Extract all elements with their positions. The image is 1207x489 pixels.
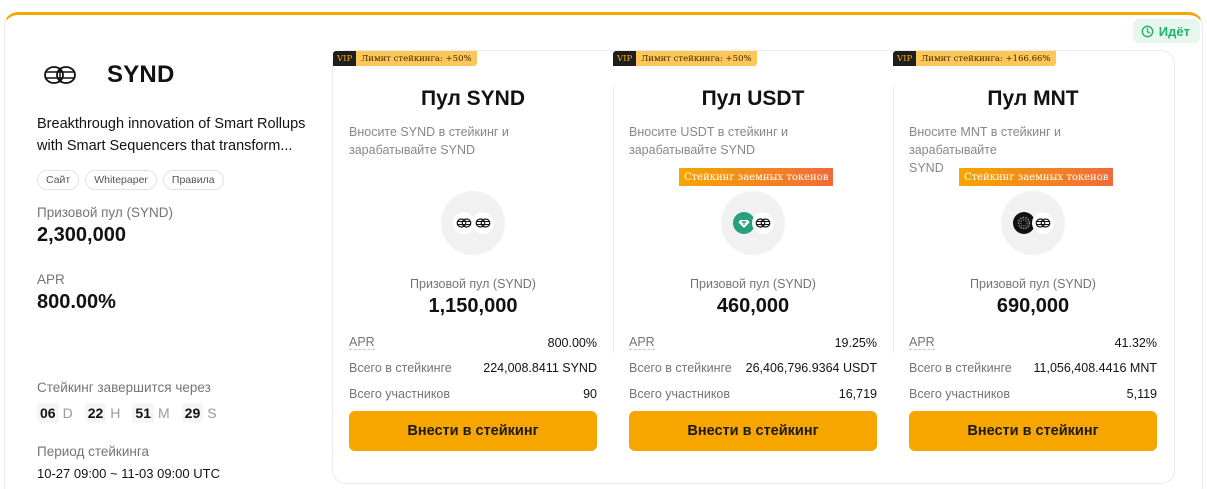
- total-prize-pool: Призовой пул (SYND) 2,300,000: [37, 205, 327, 247]
- period-label: Период стейкинга: [37, 444, 149, 459]
- pool-total-row: Всего в стейкинге 11,056,408.4416 MNT: [909, 361, 1157, 375]
- pool-subtitle: Вносите SYND в стейкинг и зарабатывайте …: [349, 125, 509, 157]
- pool-subtitle: Вносите USDT в стейкинг и зарабатывайте …: [629, 125, 788, 157]
- vip-limit-tag: VIP Лимит стейкинга: +166.66%: [893, 51, 1056, 66]
- pool-apr-row: APR 19.25%: [629, 335, 877, 350]
- project-apr: APR 800.00%: [37, 272, 327, 314]
- countdown-block: Стейкинг завершится через 06 D 22 H 51 M…: [37, 380, 225, 423]
- status-badge: Идёт: [1132, 19, 1200, 43]
- stake-button[interactable]: Внести в стейкинг: [909, 411, 1157, 451]
- token-pair: [1001, 191, 1065, 255]
- pool-prize-label: Призовой пул (SYND): [690, 277, 816, 291]
- pool-total-row: Всего в стейкинге 224,008.8411 SYND: [349, 361, 597, 375]
- countdown-minutes: 51: [132, 403, 154, 423]
- vip-limit-tag: VIP Лимит стейкинга: +50%: [333, 51, 477, 66]
- pool-apr-row: APR 41.32%: [909, 335, 1157, 350]
- rules-link[interactable]: Правила: [162, 170, 224, 190]
- project-name: SYND: [107, 61, 175, 88]
- pool-synd: VIP Лимит стейкинга: +50% Пул SYND Вноси…: [333, 51, 613, 483]
- synd-icon: [1031, 212, 1054, 234]
- countdown-label: Стейкинг завершится через: [37, 380, 211, 395]
- website-link[interactable]: Сайт: [37, 170, 80, 190]
- pool-apr-row: APR 800.00%: [349, 335, 597, 350]
- clock-icon: [1141, 25, 1154, 37]
- staking-period: Период стейкинга 10-27 09:00 ~ 11-03 09:…: [37, 444, 220, 481]
- token-pair: [441, 191, 505, 255]
- countdown-days: 06: [37, 403, 59, 423]
- pool-title: Пул MNT: [987, 87, 1079, 110]
- pool-prize-value: 460,000: [716, 295, 790, 317]
- pool-title: Пул SYND: [420, 87, 525, 110]
- apr-value: 800.00%: [37, 291, 116, 313]
- pools-container: VIP Лимит стейкинга: +50% Пул SYND Вноси…: [332, 50, 1175, 484]
- pool-prize-value: 1,150,000: [428, 295, 518, 317]
- countdown-hours: 22: [84, 403, 107, 423]
- pool-prize-label: Призовой пул (SYND): [410, 277, 536, 291]
- pool-total-row: Всего в стейкинге 26,406,796.9364 USDT: [629, 361, 877, 375]
- prize-pool-label: Призовой пул (SYND): [37, 205, 174, 220]
- token-pair: [721, 191, 785, 255]
- project-links: Сайт Whitepaper Правила: [37, 170, 327, 190]
- period-value: 10-27 09:00 ~ 11-03 09:00 UTC: [37, 466, 220, 481]
- synd-logo-icon: [44, 66, 76, 84]
- pool-usdt: VIP Лимит стейкинга: +50% Пул USDT Вноси…: [613, 51, 893, 483]
- whitepaper-link[interactable]: Whitepaper: [85, 170, 157, 190]
- borrowed-token-tag: Стейкинг заемных токенов: [679, 168, 834, 186]
- stake-button[interactable]: Внести в стейкинг: [629, 411, 877, 451]
- apr-label: APR: [37, 272, 65, 287]
- pool-title: Пул USDT: [701, 87, 805, 110]
- countdown-timer: 06 D 22 H 51 M 29 S: [37, 403, 225, 423]
- synd-icon: [751, 212, 774, 234]
- pool-mnt: VIP Лимит стейкинга: +166.66% Пул MNT Вн…: [893, 51, 1173, 483]
- borrowed-token-tag: Стейкинг заемных токенов: [959, 168, 1114, 186]
- pool-participants-row: Всего участников 16,719: [629, 387, 877, 401]
- pool-participants-row: Всего участников 5,119: [909, 387, 1157, 401]
- stake-button[interactable]: Внести в стейкинг: [349, 411, 597, 451]
- pool-prize-label: Призовой пул (SYND): [970, 277, 1096, 291]
- launchpool-card: Идёт SYND Breakthrough innovation of Sma…: [4, 12, 1203, 489]
- project-header: SYND: [37, 55, 327, 95]
- status-label: Идёт: [1158, 23, 1190, 39]
- project-info: SYND Breakthrough innovation of Smart Ro…: [37, 55, 327, 481]
- project-description: Breakthrough innovation of Smart Rollups…: [37, 116, 306, 154]
- countdown-seconds: 29: [181, 403, 204, 423]
- prize-pool-value: 2,300,000: [37, 224, 126, 246]
- vip-limit-tag: VIP Лимит стейкинга: +50%: [613, 51, 757, 66]
- pool-participants-row: Всего участников 90: [349, 387, 597, 401]
- pool-prize-value: 690,000: [996, 295, 1070, 317]
- synd-icon: [471, 212, 494, 234]
